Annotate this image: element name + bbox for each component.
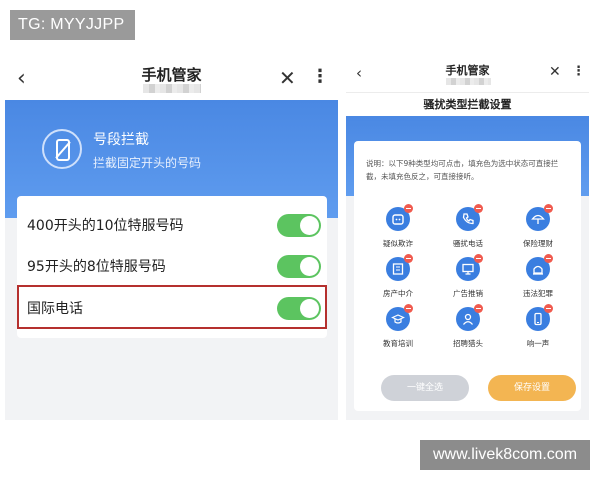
category-crime[interactable]: 违法犯罪 (508, 254, 568, 307)
close-icon[interactable]: ✕ (549, 64, 561, 80)
selected-badge (544, 304, 553, 313)
category-recruitment[interactable]: 招聘猎头 (438, 304, 498, 357)
category-label: 广告推销 (453, 289, 483, 298)
selected-badge (474, 304, 483, 313)
highlight-box (17, 285, 327, 329)
selected-badge (544, 204, 553, 213)
selected-badge (474, 254, 483, 263)
list-item-label: 400开头的10位特服号码 (27, 218, 184, 234)
save-settings-button[interactable]: 保存设置 (488, 375, 576, 401)
category-insurance[interactable]: 保险理财 (508, 204, 568, 257)
right-phone-screen: ‹ 手机管家 ✕ ⋮ 骚扰类型拦截设置 说明：以下9种类型均可点击，填充色为选中… (346, 58, 589, 420)
nav-bar: ‹ 手机管家 ✕ ⋮ (346, 58, 589, 92)
category-label: 疑似欺诈 (383, 239, 413, 248)
instructions-text: 说明：以下9种类型均可点击，填充色为选中状态可直接拦截，未填充色反之，可直接接听… (366, 159, 559, 181)
blurred-subtitle (446, 78, 491, 85)
left-phone-screen: ‹ 手机管家 ✕ ⋮ 号段拦截 拦截固定开头的号码 400开头的10位特服号码 … (5, 58, 338, 420)
category-label: 保险理财 (523, 239, 553, 248)
selected-badge (404, 204, 413, 213)
close-icon[interactable]: ✕ (279, 66, 296, 90)
phone-slash-icon (42, 129, 82, 169)
list-item: 400开头的10位特服号码 (17, 204, 327, 244)
watermark-label-top: TG: MYYJJPP (10, 10, 135, 40)
nav-bar: ‹ 手机管家 ✕ ⋮ (5, 58, 338, 100)
selected-badge (544, 254, 553, 263)
category-real-estate[interactable]: 房产中介 (368, 254, 428, 307)
list-item: 95开头的8位特服号码 (17, 245, 327, 285)
category-label: 房产中介 (383, 289, 413, 298)
toggle-switch[interactable] (277, 255, 321, 278)
category-suspected-fraud[interactable]: 疑似欺诈 (368, 204, 428, 257)
page-title: 骚扰类型拦截设置 (346, 92, 589, 116)
toggle-switch[interactable] (277, 214, 321, 237)
more-icon[interactable]: ⋮ (572, 64, 585, 79)
banner-title: 号段拦截 (93, 132, 149, 148)
selected-badge (404, 304, 413, 313)
category-label: 教育培训 (383, 339, 413, 348)
banner-subtitle: 拦截固定开头的号码 (93, 156, 202, 170)
watermark-label-bottom: www.livek8com.com (420, 440, 590, 470)
more-icon[interactable]: ⋮ (311, 66, 329, 87)
blurred-subtitle (143, 84, 201, 93)
category-label: 骚扰电话 (453, 239, 483, 248)
selected-badge (404, 254, 413, 263)
select-all-button[interactable]: 一键全选 (381, 375, 469, 401)
category-education[interactable]: 教育培训 (368, 304, 428, 357)
category-harassment-call[interactable]: 骚扰电话 (438, 204, 498, 257)
category-advertising[interactable]: 广告推销 (438, 254, 498, 307)
list-item-label: 95开头的8位特服号码 (27, 259, 166, 275)
category-panel: 说明：以下9种类型均可点击，填充色为选中状态可直接拦截，未填充色反之，可直接接听… (354, 141, 581, 411)
category-label: 招聘猎头 (453, 339, 483, 348)
category-label: 违法犯罪 (523, 289, 553, 298)
category-one-ring[interactable]: 响一声 (508, 304, 568, 357)
toggle-knob (300, 257, 319, 276)
category-label: 响一声 (526, 339, 550, 348)
toggle-knob (300, 216, 319, 235)
selected-badge (474, 204, 483, 213)
